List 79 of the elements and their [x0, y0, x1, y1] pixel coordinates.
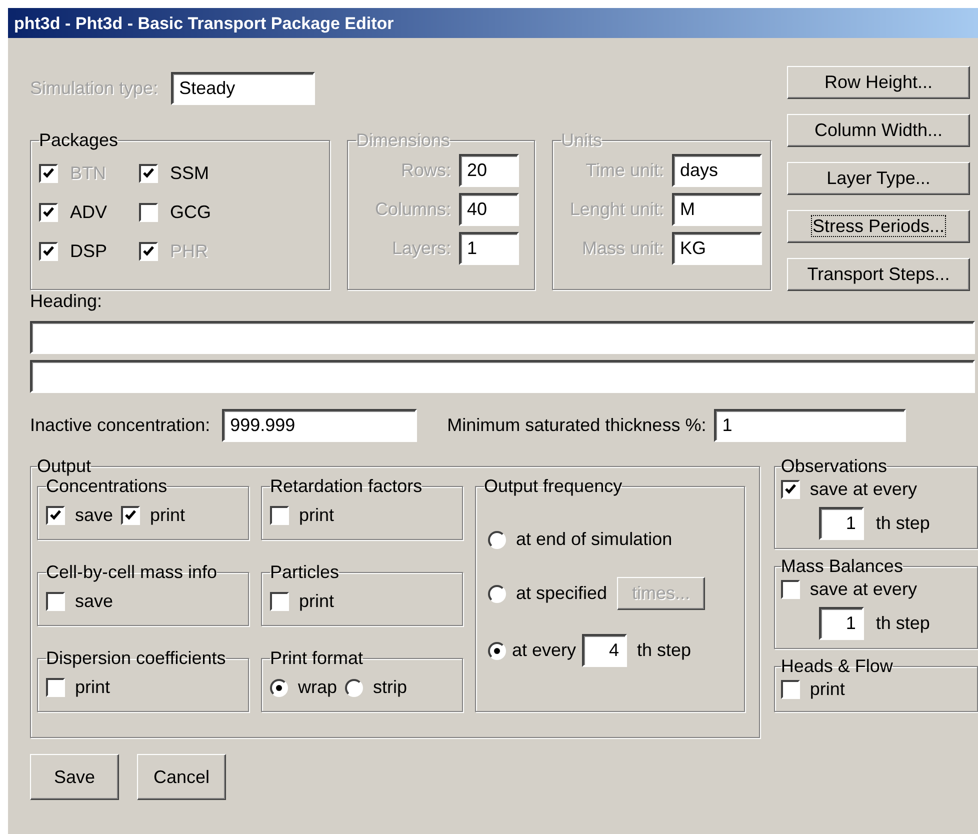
checkbox[interactable] [780, 580, 800, 599]
checkbox[interactable] [46, 678, 65, 697]
dialog-button[interactable]: Stress Periods... [787, 210, 970, 243]
group-title: Dispersion coefficients [46, 648, 226, 668]
radio-button[interactable] [270, 678, 288, 696]
text-field[interactable]: 1 [714, 409, 906, 442]
option-label: wrap [298, 676, 338, 699]
checkbox[interactable] [780, 680, 800, 699]
option-label: at every [512, 639, 576, 662]
dialog-button[interactable]: Column Width... [787, 114, 970, 147]
heading-field[interactable] [30, 360, 975, 393]
heading-label: Heading: [30, 290, 104, 313]
option-label: print [75, 676, 110, 699]
checkmark-icon [142, 245, 155, 258]
checkmark-icon [49, 509, 62, 522]
option-label: print [150, 504, 186, 527]
option-label: strip [373, 676, 408, 699]
checkbox[interactable] [121, 506, 140, 525]
checkmark-icon [42, 206, 55, 219]
group-title: Dimensions [356, 130, 450, 150]
group-title: Units [561, 130, 602, 150]
group-title: Particles [270, 562, 340, 582]
field-label: Inactive concentration: [30, 414, 210, 437]
checkbox[interactable] [139, 164, 158, 183]
checkbox[interactable] [39, 242, 58, 261]
group-title: Mass Balances [780, 556, 903, 576]
step-field[interactable]: 4 [582, 634, 628, 667]
option-label: th step [876, 512, 930, 535]
group-title: Heads & Flow [780, 656, 893, 676]
checkbox[interactable] [39, 203, 58, 222]
group-title: Output [37, 456, 92, 476]
field-label: Minimum saturated thickness %: [447, 414, 706, 437]
checkmark-icon [42, 167, 55, 180]
checkbox[interactable] [139, 203, 158, 222]
checkmark-icon [784, 483, 797, 496]
step-field[interactable]: 1 [818, 607, 864, 640]
group-title: Concentrations [46, 476, 168, 496]
window-title: pht3d - Pht3d - Basic Transport Package Editor [8, 8, 978, 38]
checkbox-label: DSP [70, 240, 108, 263]
radio-button[interactable] [345, 678, 364, 696]
text-field[interactable]: 999.999 [222, 409, 418, 442]
group-title: Retardation factors [270, 476, 422, 496]
option-label: print [299, 504, 334, 527]
dialog-button[interactable]: Cancel [137, 754, 226, 800]
dialog-button[interactable]: Save [30, 754, 119, 800]
checkmark-icon [42, 245, 55, 258]
radio-button[interactable] [488, 530, 506, 548]
option-label: th step [637, 639, 692, 662]
checkbox[interactable] [270, 506, 289, 525]
radio-button[interactable] [488, 584, 506, 602]
step-field[interactable]: 1 [818, 507, 864, 540]
option-label: save at every [810, 578, 917, 601]
option-label: save [75, 590, 114, 613]
checkmark-icon [124, 509, 138, 522]
dialog-button[interactable]: Row Height... [787, 66, 970, 99]
option-label: th step [876, 612, 930, 635]
group-title: Print format [270, 648, 364, 668]
dialog-button[interactable]: Layer Type... [787, 162, 970, 195]
checkbox-label: ADV [70, 201, 108, 224]
option-label: print [810, 678, 845, 701]
group-title: Output frequency [484, 476, 622, 496]
checkbox[interactable] [270, 592, 289, 611]
option-label: print [299, 590, 334, 613]
dialog-button[interactable]: Transport Steps... [787, 258, 970, 291]
heading-field[interactable] [30, 321, 975, 354]
checkbox[interactable] [46, 592, 65, 611]
group-title: Cell-by-cell mass info [46, 562, 218, 582]
checkmark-icon [142, 167, 155, 180]
checkbox-label: GCG [170, 201, 212, 224]
checkbox[interactable] [46, 506, 65, 525]
option-label: at specified [516, 582, 608, 605]
option-label: at end of simulation [516, 528, 672, 551]
option-label: save at every [810, 478, 917, 501]
group-title: Packages [39, 130, 118, 150]
checkbox-label: SSM [170, 162, 210, 185]
group-title: Observations [780, 456, 887, 476]
radio-button[interactable] [488, 642, 506, 660]
checkbox[interactable] [780, 480, 800, 499]
option-label: save [75, 504, 114, 527]
